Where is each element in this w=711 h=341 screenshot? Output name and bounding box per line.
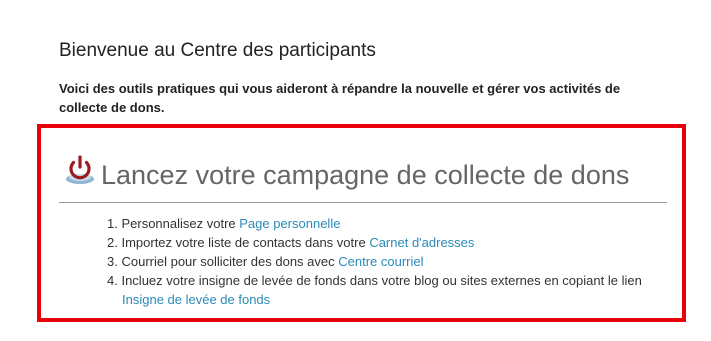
- divider: [59, 202, 667, 203]
- steps-list: 1. Personnalisez votre Page personnelle …: [107, 214, 672, 309]
- address-book-link[interactable]: Carnet d'adresses: [369, 235, 474, 250]
- list-item: 2. Importez votre liste de contacts dans…: [107, 233, 672, 252]
- email-center-link[interactable]: Centre courriel: [338, 254, 423, 269]
- list-item: 1. Personnalisez votre Page personnelle: [107, 214, 672, 233]
- page-title: Bienvenue au Centre des participants: [59, 40, 376, 61]
- fundraising-badge-link[interactable]: Insigne de levée de fonds: [122, 292, 270, 307]
- campaign-panel-header: Lancez votre campagne de collecte de don…: [63, 154, 629, 191]
- step-text: Incluez votre insigne de levée de fonds …: [121, 273, 642, 288]
- personal-page-link[interactable]: Page personnelle: [239, 216, 340, 231]
- step-number: 2.: [107, 235, 118, 250]
- campaign-panel: Lancez votre campagne de collecte de don…: [37, 124, 686, 322]
- step-number: 4.: [107, 273, 118, 288]
- list-item: 4. Incluez votre insigne de levée de fon…: [107, 271, 672, 309]
- list-item: 3. Courriel pour solliciter des dons ave…: [107, 252, 672, 271]
- step-number: 1.: [107, 216, 118, 231]
- step-number: 3.: [107, 254, 118, 269]
- power-icon: [66, 154, 94, 184]
- step-text: Importez votre liste de contacts dans vo…: [121, 235, 370, 250]
- step-text: Courriel pour solliciter des dons avec: [121, 254, 339, 269]
- participant-center-page: Bienvenue au Centre des participants Voi…: [0, 0, 711, 341]
- intro-text: Voici des outils pratiques qui vous aide…: [59, 81, 621, 115]
- step-text: Personnalisez votre: [121, 216, 240, 231]
- campaign-title: Lancez votre campagne de collecte de don…: [101, 160, 630, 190]
